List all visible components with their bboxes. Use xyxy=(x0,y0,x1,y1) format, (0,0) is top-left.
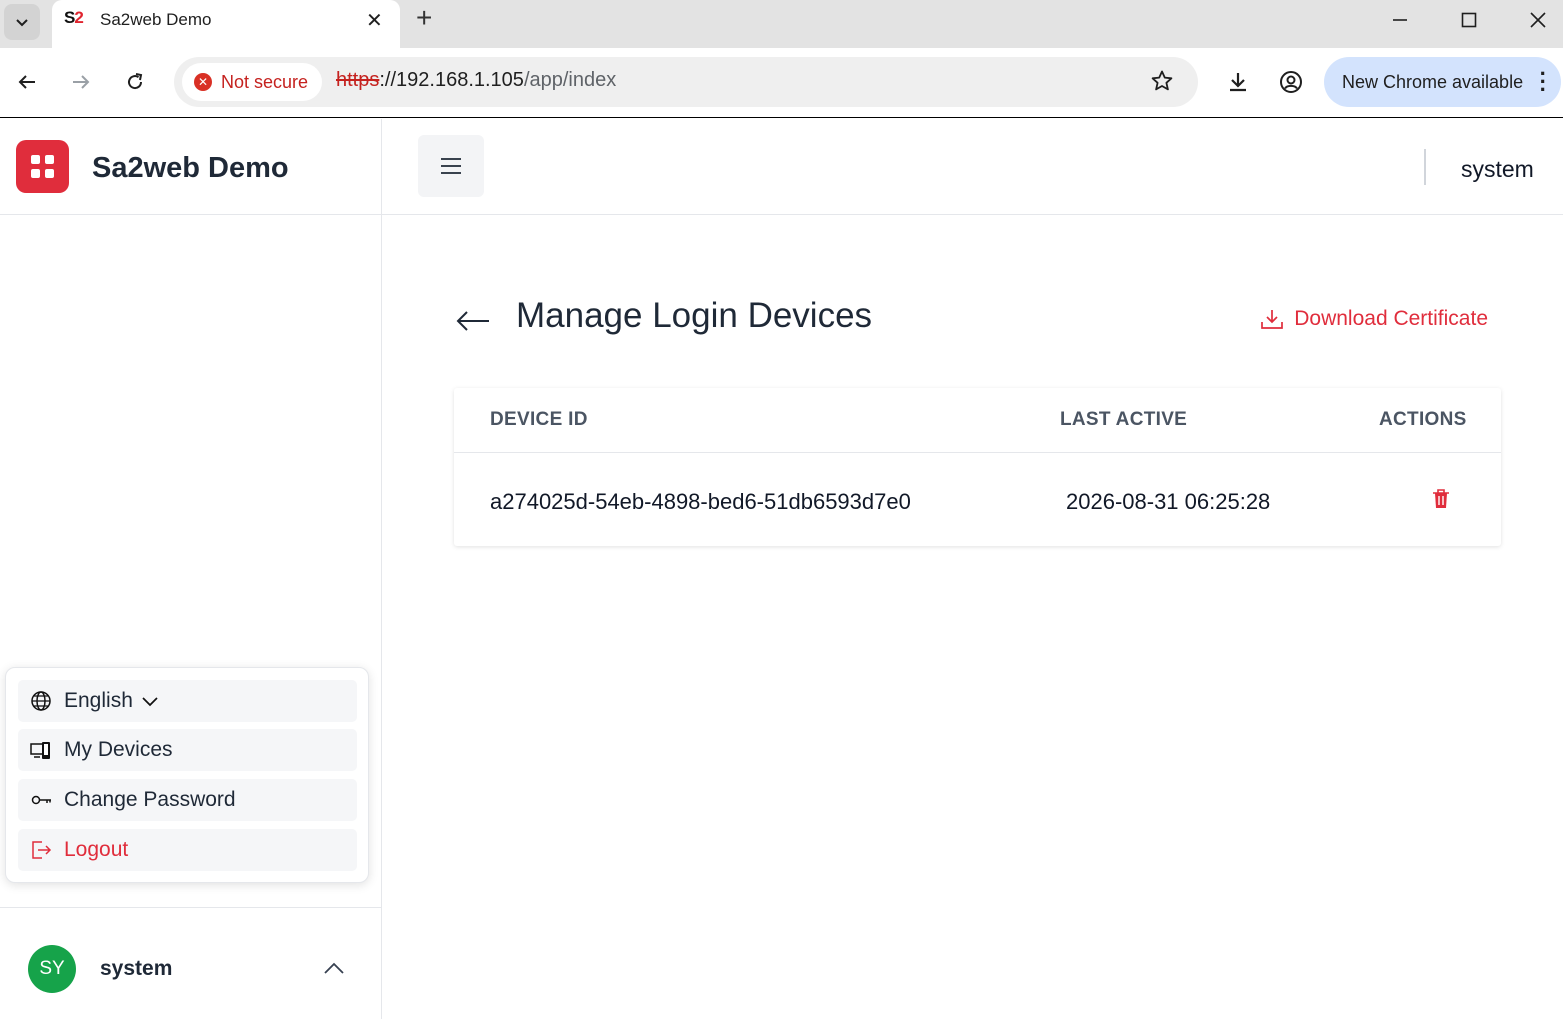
user-dropdown-menu: English My Devices Change Password Logou… xyxy=(5,667,369,883)
chrome-update-label: New Chrome available xyxy=(1342,71,1524,92)
bookmark-star-icon[interactable] xyxy=(1150,69,1174,93)
app-topbar: system xyxy=(382,119,1563,215)
app-grid-icon[interactable] xyxy=(16,140,69,193)
download-certificate-label: Download Certificate xyxy=(1294,307,1488,330)
close-icon xyxy=(1530,12,1546,28)
hamburger-icon xyxy=(441,158,461,174)
language-label: English xyxy=(64,689,133,712)
reload-button[interactable] xyxy=(118,65,152,99)
devices-icon xyxy=(30,739,52,761)
user-name: system xyxy=(100,957,173,980)
tab-search-button[interactable] xyxy=(4,4,40,40)
kebab-menu-icon[interactable]: · · · xyxy=(1540,63,1547,101)
chevron-down-icon xyxy=(16,19,28,27)
device-id-cell: a274025d-54eb-4898-bed6-51db6593d7e0 xyxy=(490,489,911,514)
url-text[interactable]: https://192.168.1.105/app/index xyxy=(336,69,616,92)
security-label: Not secure xyxy=(221,71,309,92)
language-select[interactable]: English xyxy=(18,680,357,722)
topbar-username[interactable]: system xyxy=(1461,156,1534,183)
forward-button[interactable] xyxy=(64,65,98,99)
devices-table: DEVICE ID LAST ACTIVE ACTIONS a274025d-5… xyxy=(454,388,1501,546)
brand-name: Sa2web Demo xyxy=(92,152,289,184)
back-arrow-icon[interactable] xyxy=(455,308,491,332)
security-chip[interactable]: ✕ Not secure xyxy=(182,63,322,101)
menu-item-label: Change Password xyxy=(64,788,236,811)
menu-item-change-password[interactable]: Change Password xyxy=(18,779,357,821)
logout-icon xyxy=(30,839,52,861)
browser-toolbar: ✕ Not secure https://192.168.1.105/app/i… xyxy=(0,48,1563,118)
tab-title: Sa2web Demo xyxy=(100,10,212,29)
browser-tab[interactable]: S2 Sa2web Demo ✕ xyxy=(52,0,400,48)
trash-icon[interactable] xyxy=(1431,488,1451,510)
chrome-update-button[interactable]: New Chrome available · · · xyxy=(1324,57,1561,107)
minimize-icon xyxy=(1393,19,1407,21)
key-icon xyxy=(30,789,52,811)
back-button[interactable] xyxy=(10,65,44,99)
download-icon xyxy=(1230,73,1246,92)
menu-item-my-devices[interactable]: My Devices xyxy=(18,729,357,771)
downloads-button[interactable] xyxy=(1221,65,1255,99)
menu-item-logout[interactable]: Logout xyxy=(18,829,357,871)
globe-icon xyxy=(30,690,52,712)
address-bar[interactable]: ✕ Not secure https://192.168.1.105/app/i… xyxy=(174,57,1198,107)
sidebar: Sa2web Demo English My Devices Change Pa… xyxy=(0,119,382,1019)
menu-toggle-button[interactable] xyxy=(418,135,484,197)
column-header-actions: ACTIONS xyxy=(1379,409,1467,430)
menu-item-label: Logout xyxy=(64,838,129,861)
user-profile-bar[interactable]: SY system xyxy=(0,907,381,1019)
download-icon xyxy=(1261,310,1284,329)
warning-icon: ✕ xyxy=(194,73,212,91)
avatar: SY xyxy=(28,945,76,993)
chevron-down-icon xyxy=(142,697,158,707)
maximize-button[interactable] xyxy=(1449,4,1489,36)
arrow-right-icon xyxy=(73,75,90,89)
new-tab-button[interactable]: + xyxy=(416,2,432,34)
last-active-cell: 2026-08-31 06:25:28 xyxy=(1066,489,1271,514)
download-certificate-button[interactable]: Download Certificate xyxy=(1260,307,1488,331)
profile-button[interactable] xyxy=(1274,65,1308,99)
page-title: Manage Login Devices xyxy=(516,296,873,335)
page-header: Manage Login Devices Download Certificat… xyxy=(453,292,1501,352)
column-header-device-id: DEVICE ID xyxy=(490,409,588,430)
table-divider xyxy=(454,452,1501,453)
minimize-button[interactable] xyxy=(1380,4,1420,36)
divider xyxy=(1424,149,1426,185)
close-tab-icon[interactable]: ✕ xyxy=(366,8,383,33)
favicon: S2 xyxy=(64,8,84,27)
menu-item-label: My Devices xyxy=(64,738,173,761)
column-header-last-active: LAST ACTIVE xyxy=(1060,409,1188,430)
close-window-button[interactable] xyxy=(1518,4,1558,36)
arrow-left-icon xyxy=(18,75,35,89)
profile-icon xyxy=(1280,71,1302,93)
browser-tabstrip: S2 Sa2web Demo ✕ + xyxy=(0,0,1563,48)
brand-header: Sa2web Demo xyxy=(0,119,381,215)
chevron-up-icon[interactable] xyxy=(323,960,345,976)
reload-icon xyxy=(128,73,143,90)
maximize-icon xyxy=(1461,12,1477,28)
